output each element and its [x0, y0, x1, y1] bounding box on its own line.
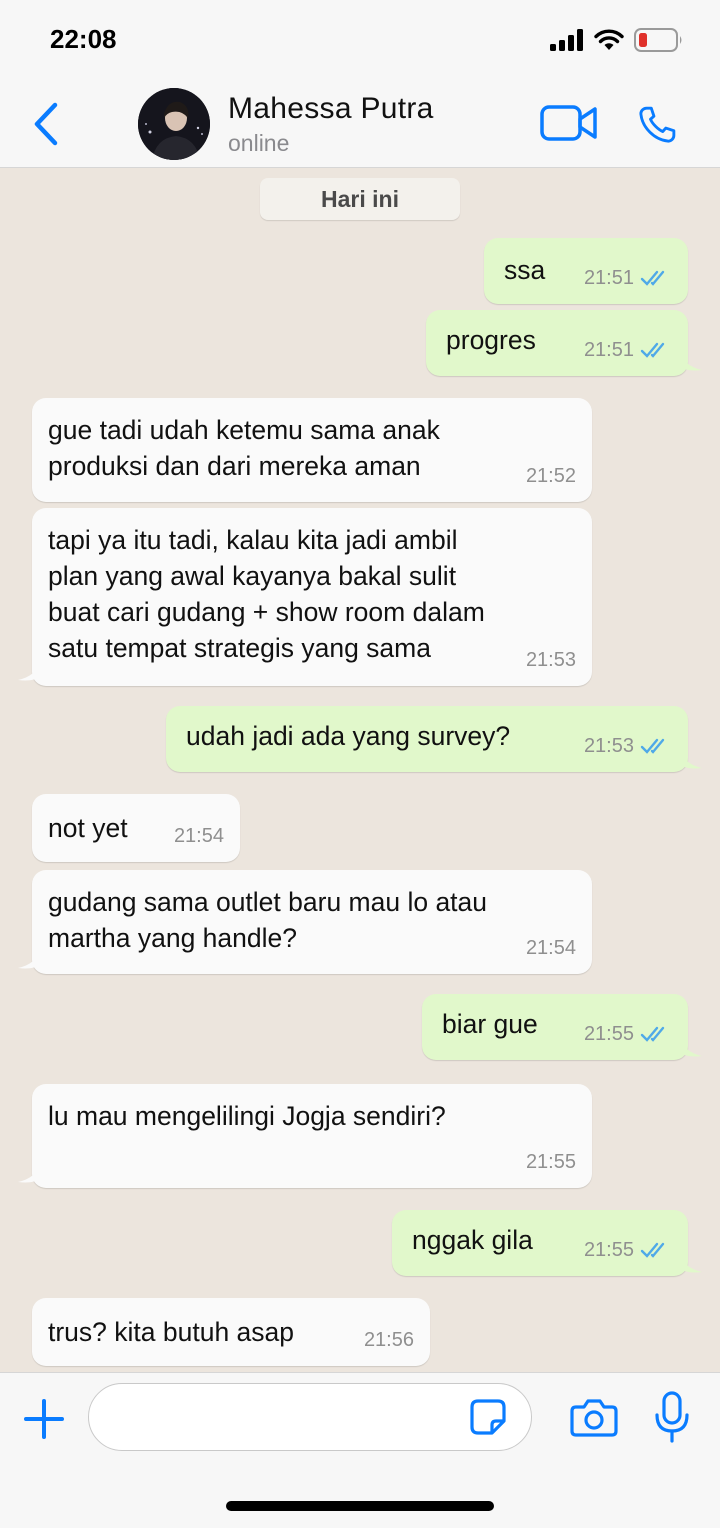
message-meta: 21:52 — [526, 458, 576, 494]
plus-icon — [24, 1399, 64, 1439]
contact-status: online — [228, 130, 290, 156]
contact-name[interactable]: Mahessa Putra — [228, 92, 434, 126]
date-separator: Hari ini — [260, 178, 460, 220]
message-time: 21:55 — [583, 1239, 634, 1261]
bubble-tail — [680, 750, 702, 769]
bubble-tail — [680, 1254, 702, 1273]
read-receipt-icon — [640, 1026, 665, 1042]
message-time: 21:53 — [525, 649, 576, 671]
message-incoming[interactable]: not yet 21:54 — [32, 794, 240, 862]
message-outgoing[interactable]: ssa 21:51 — [484, 238, 688, 304]
message-time: 21:53 — [583, 735, 634, 757]
back-chevron-icon — [34, 102, 58, 146]
bubble-tail — [18, 950, 40, 969]
message-text: gudang sama outlet baru mau lo atau mart… — [48, 887, 488, 953]
read-receipt-icon — [640, 270, 665, 286]
bubble-tail — [18, 662, 40, 681]
message-meta: 21:53 — [526, 642, 576, 678]
message-incoming[interactable]: tapi ya itu tadi, kalau kita jadi ambil … — [32, 508, 592, 686]
message-outgoing[interactable]: biar gue 21:55 — [422, 994, 688, 1060]
video-call-icon — [540, 105, 597, 141]
message-meta: 21:53 — [584, 728, 672, 764]
message-text: gue tadi udah ketemu sama anak produksi … — [48, 415, 440, 481]
message-incoming[interactable]: lu mau mengelilingi Jogja sendiri? 21:55 — [32, 1084, 592, 1188]
read-receipt-icon — [640, 1242, 665, 1258]
home-indicator — [226, 1501, 494, 1511]
read-receipt-icon — [640, 342, 665, 358]
sticker-icon — [470, 1399, 506, 1435]
chat-header: Mahessa Putra online — [0, 80, 720, 168]
message-outgoing[interactable]: progres 21:51 — [426, 310, 688, 376]
message-meta: 21:55 — [584, 1016, 672, 1052]
message-incoming[interactable]: gudang sama outlet baru mau lo atau mart… — [32, 870, 592, 974]
message-incoming[interactable]: gue tadi udah ketemu sama anak produksi … — [32, 398, 592, 502]
message-time: 21:52 — [525, 465, 576, 487]
wifi-icon — [594, 29, 624, 50]
voice-call-button[interactable] — [634, 102, 680, 153]
read-receipt-icon — [640, 738, 665, 754]
camera-button[interactable] — [570, 1397, 618, 1439]
message-text: trus? kita butuh asap — [48, 1317, 295, 1347]
camera-icon — [570, 1399, 618, 1437]
avatar[interactable] — [138, 88, 210, 160]
message-meta: 21:54 — [174, 818, 224, 854]
status-time: 22:08 — [50, 24, 117, 54]
message-incoming[interactable]: trus? kita butuh asap 21:56 — [32, 1298, 430, 1366]
message-input[interactable] — [88, 1383, 532, 1451]
input-bar — [0, 1372, 720, 1528]
back-button[interactable] — [26, 100, 66, 148]
microphone-button[interactable] — [654, 1391, 690, 1443]
message-meta: 21:55 — [584, 1232, 672, 1268]
message-outgoing[interactable]: udah jadi ada yang survey? 21:53 — [166, 706, 688, 772]
message-meta: 21:54 — [526, 930, 576, 966]
microphone-icon — [655, 1391, 689, 1443]
signal-icon — [550, 29, 583, 51]
status-bar: 22:08 — [0, 0, 720, 80]
message-time: 21:56 — [363, 1329, 414, 1351]
message-time: 21:51 — [583, 267, 634, 289]
sticker-button[interactable] — [468, 1397, 508, 1437]
attach-button[interactable] — [22, 1397, 66, 1441]
message-meta: 21:51 — [584, 332, 672, 368]
message-time: 21:54 — [173, 825, 224, 847]
message-time: 21:51 — [583, 339, 634, 361]
message-meta: 21:55 — [526, 1144, 576, 1180]
chat-area[interactable]: Hari ini ssa 21:51 progres 21:51 gue tad… — [0, 168, 720, 1372]
message-meta: 21:51 — [584, 260, 672, 296]
message-meta: 21:56 — [364, 1322, 414, 1358]
message-text: lu mau mengelilingi Jogja sendiri? — [48, 1101, 446, 1131]
avatar-photo — [138, 88, 210, 160]
phone-icon — [639, 106, 676, 143]
battery-icon — [634, 28, 682, 52]
message-time: 21:55 — [583, 1023, 634, 1045]
bubble-tail — [680, 352, 702, 371]
message-text: tapi ya itu tadi, kalau kita jadi ambil … — [48, 525, 485, 663]
status-icons — [550, 28, 684, 52]
bubble-tail — [680, 1038, 702, 1057]
bubble-tail — [18, 1164, 40, 1183]
message-time: 21:54 — [525, 937, 576, 959]
message-time: 21:55 — [525, 1151, 576, 1173]
message-outgoing[interactable]: nggak gila 21:55 — [392, 1210, 688, 1276]
video-call-button[interactable] — [540, 104, 598, 147]
